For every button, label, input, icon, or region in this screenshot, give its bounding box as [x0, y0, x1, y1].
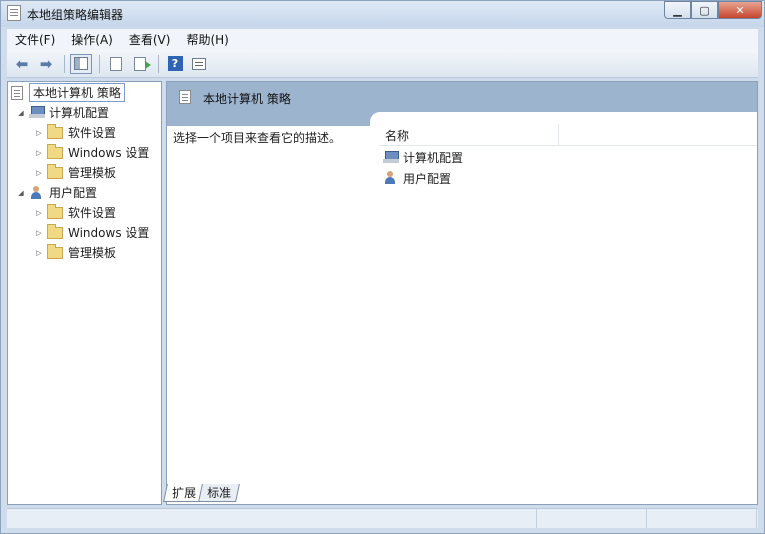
- folder-icon: [47, 243, 63, 259]
- menu-view[interactable]: 查看(V): [121, 31, 179, 48]
- tab-standard[interactable]: 标准: [198, 484, 240, 502]
- toolbar: ⬅ ➡ ?: [7, 50, 758, 78]
- expand-arrow-icon[interactable]: ▷: [34, 169, 44, 177]
- policy-icon: [179, 90, 191, 104]
- list-item-computer-config[interactable]: 计算机配置: [383, 147, 463, 167]
- menu-file[interactable]: 文件(F): [7, 31, 63, 48]
- policy-icon: [11, 85, 23, 100]
- folder-icon: [47, 123, 63, 139]
- policy-editor-icon: [7, 5, 21, 21]
- menu-bar: 文件(F) 操作(A) 查看(V) 帮助(H): [7, 28, 758, 50]
- tree-label: 管理模板: [68, 246, 117, 260]
- minimize-button[interactable]: ▁: [664, 1, 691, 19]
- action-pane-icon: [192, 57, 206, 70]
- tree-node-windows-settings[interactable]: ▷ Windows 设置: [34, 143, 149, 162]
- tree-node-user-config[interactable]: ◢ 用户配置: [16, 183, 97, 202]
- tree-node-user-software-settings[interactable]: ▷ 软件设置: [34, 203, 116, 222]
- column-header-name[interactable]: 名称: [379, 124, 559, 146]
- description-text: 选择一个项目来查看它的描述。: [173, 131, 342, 145]
- properties-list-button[interactable]: [105, 54, 127, 74]
- tree-label: Windows 设置: [68, 226, 150, 240]
- help-icon: ?: [167, 56, 183, 71]
- help-button[interactable]: ?: [164, 54, 186, 74]
- title-bar[interactable]: 本地组策略编辑器 ▁ ▢ ✕: [1, 1, 764, 27]
- tree-label: 软件设置: [68, 126, 117, 140]
- tree-label: 软件设置: [68, 206, 117, 220]
- show-hide-tree-button[interactable]: [70, 53, 92, 74]
- computer-icon: [29, 106, 45, 119]
- toolbar-separator: [99, 54, 100, 73]
- forward-arrow-icon: ➡: [39, 54, 53, 73]
- toolbar-separator: [64, 54, 65, 73]
- status-cell: [7, 509, 537, 528]
- show-hide-action-pane-button[interactable]: [188, 54, 210, 74]
- expand-arrow-icon[interactable]: ▷: [34, 149, 44, 157]
- folder-icon: [47, 143, 63, 159]
- user-icon: [383, 171, 399, 185]
- collapse-arrow-icon[interactable]: ◢: [16, 189, 26, 197]
- folder-icon: [47, 163, 63, 179]
- tree-node-root[interactable]: 本地计算机 策略: [11, 83, 125, 102]
- expand-arrow-icon[interactable]: ▷: [34, 249, 44, 257]
- menu-help[interactable]: 帮助(H): [178, 31, 236, 48]
- list-item-label: 计算机配置: [403, 150, 464, 165]
- export-list-button[interactable]: [129, 54, 151, 74]
- expand-arrow-icon[interactable]: ▷: [34, 129, 44, 137]
- toolbar-separator: [158, 54, 159, 73]
- maximize-button[interactable]: ▢: [691, 1, 718, 19]
- list-header: 名称: [379, 124, 757, 146]
- user-icon: [29, 185, 45, 200]
- console-tree-icon: [74, 57, 88, 70]
- tree-root-label: 本地计算机 策略: [29, 83, 125, 102]
- menu-action[interactable]: 操作(A): [63, 31, 121, 48]
- window-title: 本地组策略编辑器: [27, 8, 124, 22]
- list-item-user-config[interactable]: 用户配置: [383, 168, 451, 188]
- back-arrow-icon: ⬅: [15, 54, 29, 73]
- folder-icon: [47, 223, 63, 239]
- tree-label: 用户配置: [49, 186, 98, 200]
- tree-node-user-windows-settings[interactable]: ▷ Windows 设置: [34, 223, 149, 242]
- back-button[interactable]: ⬅: [11, 54, 33, 74]
- collapse-arrow-icon[interactable]: ◢: [16, 109, 26, 117]
- tab-label: 扩展: [172, 486, 197, 500]
- close-button[interactable]: ✕: [718, 1, 762, 19]
- view-tabs: 扩展 标准: [163, 484, 240, 505]
- details-title: 本地计算机 策略: [203, 92, 291, 106]
- tab-label: 标准: [207, 486, 232, 500]
- tree-node-user-admin-templates[interactable]: ▷ 管理模板: [34, 243, 116, 262]
- console-tree[interactable]: 本地计算机 策略 ◢ 计算机配置 ▷ 软件设置 ▷ Windows 设置 ▷ 管…: [7, 81, 162, 505]
- tree-label: 计算机配置: [49, 106, 110, 120]
- export-icon: [134, 56, 151, 71]
- tree-node-software-settings[interactable]: ▷ 软件设置: [34, 123, 116, 142]
- details-pane: 本地计算机 策略 选择一个项目来查看它的描述。 名称 计算机配置 用户配置: [166, 81, 758, 505]
- status-cell: [647, 509, 757, 528]
- list-item-label: 用户配置: [403, 171, 452, 186]
- details-header: 本地计算机 策略: [167, 82, 757, 112]
- folder-icon: [47, 203, 63, 219]
- expand-arrow-icon[interactable]: ▷: [34, 229, 44, 237]
- expand-arrow-icon[interactable]: ▷: [34, 209, 44, 217]
- window-controls: ▁ ▢ ✕: [664, 1, 762, 19]
- tree-label: Windows 设置: [68, 146, 150, 160]
- forward-button[interactable]: ➡: [35, 54, 57, 74]
- document-icon: [110, 56, 122, 71]
- main-window: 本地组策略编辑器 ▁ ▢ ✕ 文件(F) 操作(A) 查看(V) 帮助(H) ⬅…: [0, 0, 765, 534]
- status-cell: [537, 509, 647, 528]
- tree-node-admin-templates[interactable]: ▷ 管理模板: [34, 163, 116, 182]
- computer-icon: [383, 150, 399, 164]
- status-bar: [7, 508, 758, 528]
- tree-label: 管理模板: [68, 166, 117, 180]
- tree-node-computer-config[interactable]: ◢ 计算机配置: [16, 103, 109, 122]
